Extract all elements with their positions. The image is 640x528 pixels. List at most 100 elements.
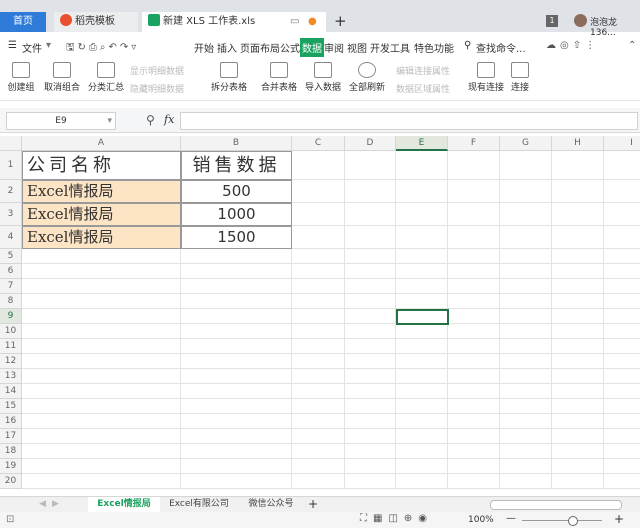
grid-cell[interactable] [604, 226, 640, 249]
menu-page-layout[interactable]: 页面布局 [240, 40, 280, 55]
grid-cell[interactable] [448, 354, 500, 369]
grid-cell[interactable] [604, 264, 640, 279]
grid-cell[interactable] [396, 369, 448, 384]
table-cell[interactable]: 1500 [181, 226, 292, 249]
grid-cell[interactable] [181, 309, 292, 324]
row-header-8[interactable]: 8 [0, 294, 22, 309]
row-header-15[interactable]: 15 [0, 399, 22, 414]
grid-cell[interactable] [22, 309, 181, 324]
grid-cell[interactable] [448, 309, 500, 324]
grid-cell[interactable] [448, 249, 500, 264]
grid-cell[interactable] [396, 264, 448, 279]
grid-cell[interactable] [500, 264, 552, 279]
column-header-b[interactable]: B [181, 136, 292, 151]
menu-view[interactable]: 视图 [347, 40, 367, 55]
row-header-20[interactable]: 20 [0, 474, 22, 489]
grid-cell[interactable] [448, 414, 500, 429]
grid-cell[interactable] [552, 264, 604, 279]
grid-cell[interactable] [181, 324, 292, 339]
grid-cell[interactable] [345, 309, 396, 324]
zoom-in-button[interactable]: + [614, 512, 624, 526]
grid-cell[interactable] [292, 414, 345, 429]
grid-cell[interactable] [181, 354, 292, 369]
quick-access-icons[interactable]: 🖫↻⎙⌕↶↷▿ [66, 40, 139, 57]
grid-cell[interactable] [448, 459, 500, 474]
grid-cell[interactable] [345, 294, 396, 309]
toolbar-right-icons[interactable]: ☁◎⇧⋮ [546, 40, 599, 51]
table-cell[interactable]: Excel情报局 [22, 203, 181, 226]
grid-cell[interactable] [396, 384, 448, 399]
grid-cell[interactable] [552, 399, 604, 414]
import-data-button[interactable]: 导入数据 [304, 62, 342, 93]
grid-cell[interactable] [448, 226, 500, 249]
new-tab-button[interactable]: + [334, 12, 347, 30]
grid-cell[interactable] [500, 444, 552, 459]
grid-cell[interactable] [396, 249, 448, 264]
grid-cell[interactable] [552, 249, 604, 264]
row-header-3[interactable]: 3 [0, 203, 22, 226]
menu-insert[interactable]: 插入 [217, 40, 237, 55]
grid-cell[interactable] [396, 324, 448, 339]
search-icon[interactable]: ⚲ [464, 40, 471, 51]
grid-cell[interactable] [22, 429, 181, 444]
grid-cell[interactable] [396, 203, 448, 226]
grid-cell[interactable] [181, 414, 292, 429]
row-header-14[interactable]: 14 [0, 384, 22, 399]
split-table-button[interactable]: 拆分表格 [206, 62, 252, 93]
create-group-button[interactable]: 创建组 [4, 62, 38, 93]
grid-cell[interactable] [181, 429, 292, 444]
zoom-search-icon[interactable]: ⚲ [146, 113, 155, 127]
grid-cell[interactable] [345, 369, 396, 384]
grid-cell[interactable] [448, 294, 500, 309]
menu-dev-tools[interactable]: 开发工具 [370, 40, 410, 55]
grid-cell[interactable] [181, 474, 292, 489]
grid-cell[interactable] [292, 264, 345, 279]
macro-icon[interactable]: ⊡ [6, 514, 14, 525]
row-header-13[interactable]: 13 [0, 369, 22, 384]
row-header-1[interactable]: 1 [0, 151, 22, 180]
grid-cell[interactable] [292, 474, 345, 489]
grid-cell[interactable] [604, 384, 640, 399]
grid-cell[interactable] [500, 384, 552, 399]
grid-cell[interactable] [500, 279, 552, 294]
grid-cell[interactable] [181, 399, 292, 414]
row-header-6[interactable]: 6 [0, 264, 22, 279]
add-sheet-button[interactable]: + [306, 497, 320, 512]
grid-cell[interactable] [604, 309, 640, 324]
range-props-button[interactable]: 数据区域属性 [396, 82, 450, 95]
existing-conn-button[interactable]: 现有连接 [466, 62, 506, 93]
row-header-16[interactable]: 16 [0, 414, 22, 429]
menu-formula[interactable]: 公式 [280, 40, 300, 55]
grid-cell[interactable] [552, 180, 604, 203]
grid-cell[interactable] [292, 399, 345, 414]
merge-table-button[interactable]: 合并表格 [256, 62, 302, 93]
grid-cell[interactable] [448, 264, 500, 279]
grid-cell[interactable] [500, 309, 552, 324]
grid-cell[interactable] [22, 414, 181, 429]
menu-review[interactable]: 审阅 [324, 40, 344, 55]
select-all-corner[interactable] [0, 136, 22, 151]
tab-template[interactable]: 稻壳模板 [54, 12, 138, 32]
grid-cell[interactable] [604, 414, 640, 429]
menu-data[interactable]: 数据 [300, 38, 324, 57]
avatar[interactable] [574, 14, 587, 27]
grid-cell[interactable] [396, 399, 448, 414]
grid-cell[interactable] [22, 399, 181, 414]
grid-cell[interactable] [345, 279, 396, 294]
column-header-d[interactable]: D [345, 136, 396, 151]
chevron-down-icon[interactable]: ▾ [46, 40, 51, 51]
column-header-e[interactable]: E [396, 136, 448, 151]
grid-cell[interactable] [448, 151, 500, 180]
ungroup-button[interactable]: 取消组合 [40, 62, 84, 93]
grid-cell[interactable] [552, 459, 604, 474]
refresh-all-button[interactable]: 全部刷新 [344, 62, 390, 93]
grid-cell[interactable] [292, 429, 345, 444]
grid-cell[interactable] [396, 474, 448, 489]
grid-cell[interactable] [604, 429, 640, 444]
column-header-a[interactable]: A [22, 136, 181, 151]
sheet-tab[interactable]: 微信公众号 [240, 497, 302, 512]
table-cell[interactable]: 500 [181, 180, 292, 203]
grid-cell[interactable] [396, 226, 448, 249]
grid-cell[interactable] [500, 354, 552, 369]
grid-cell[interactable] [292, 180, 345, 203]
